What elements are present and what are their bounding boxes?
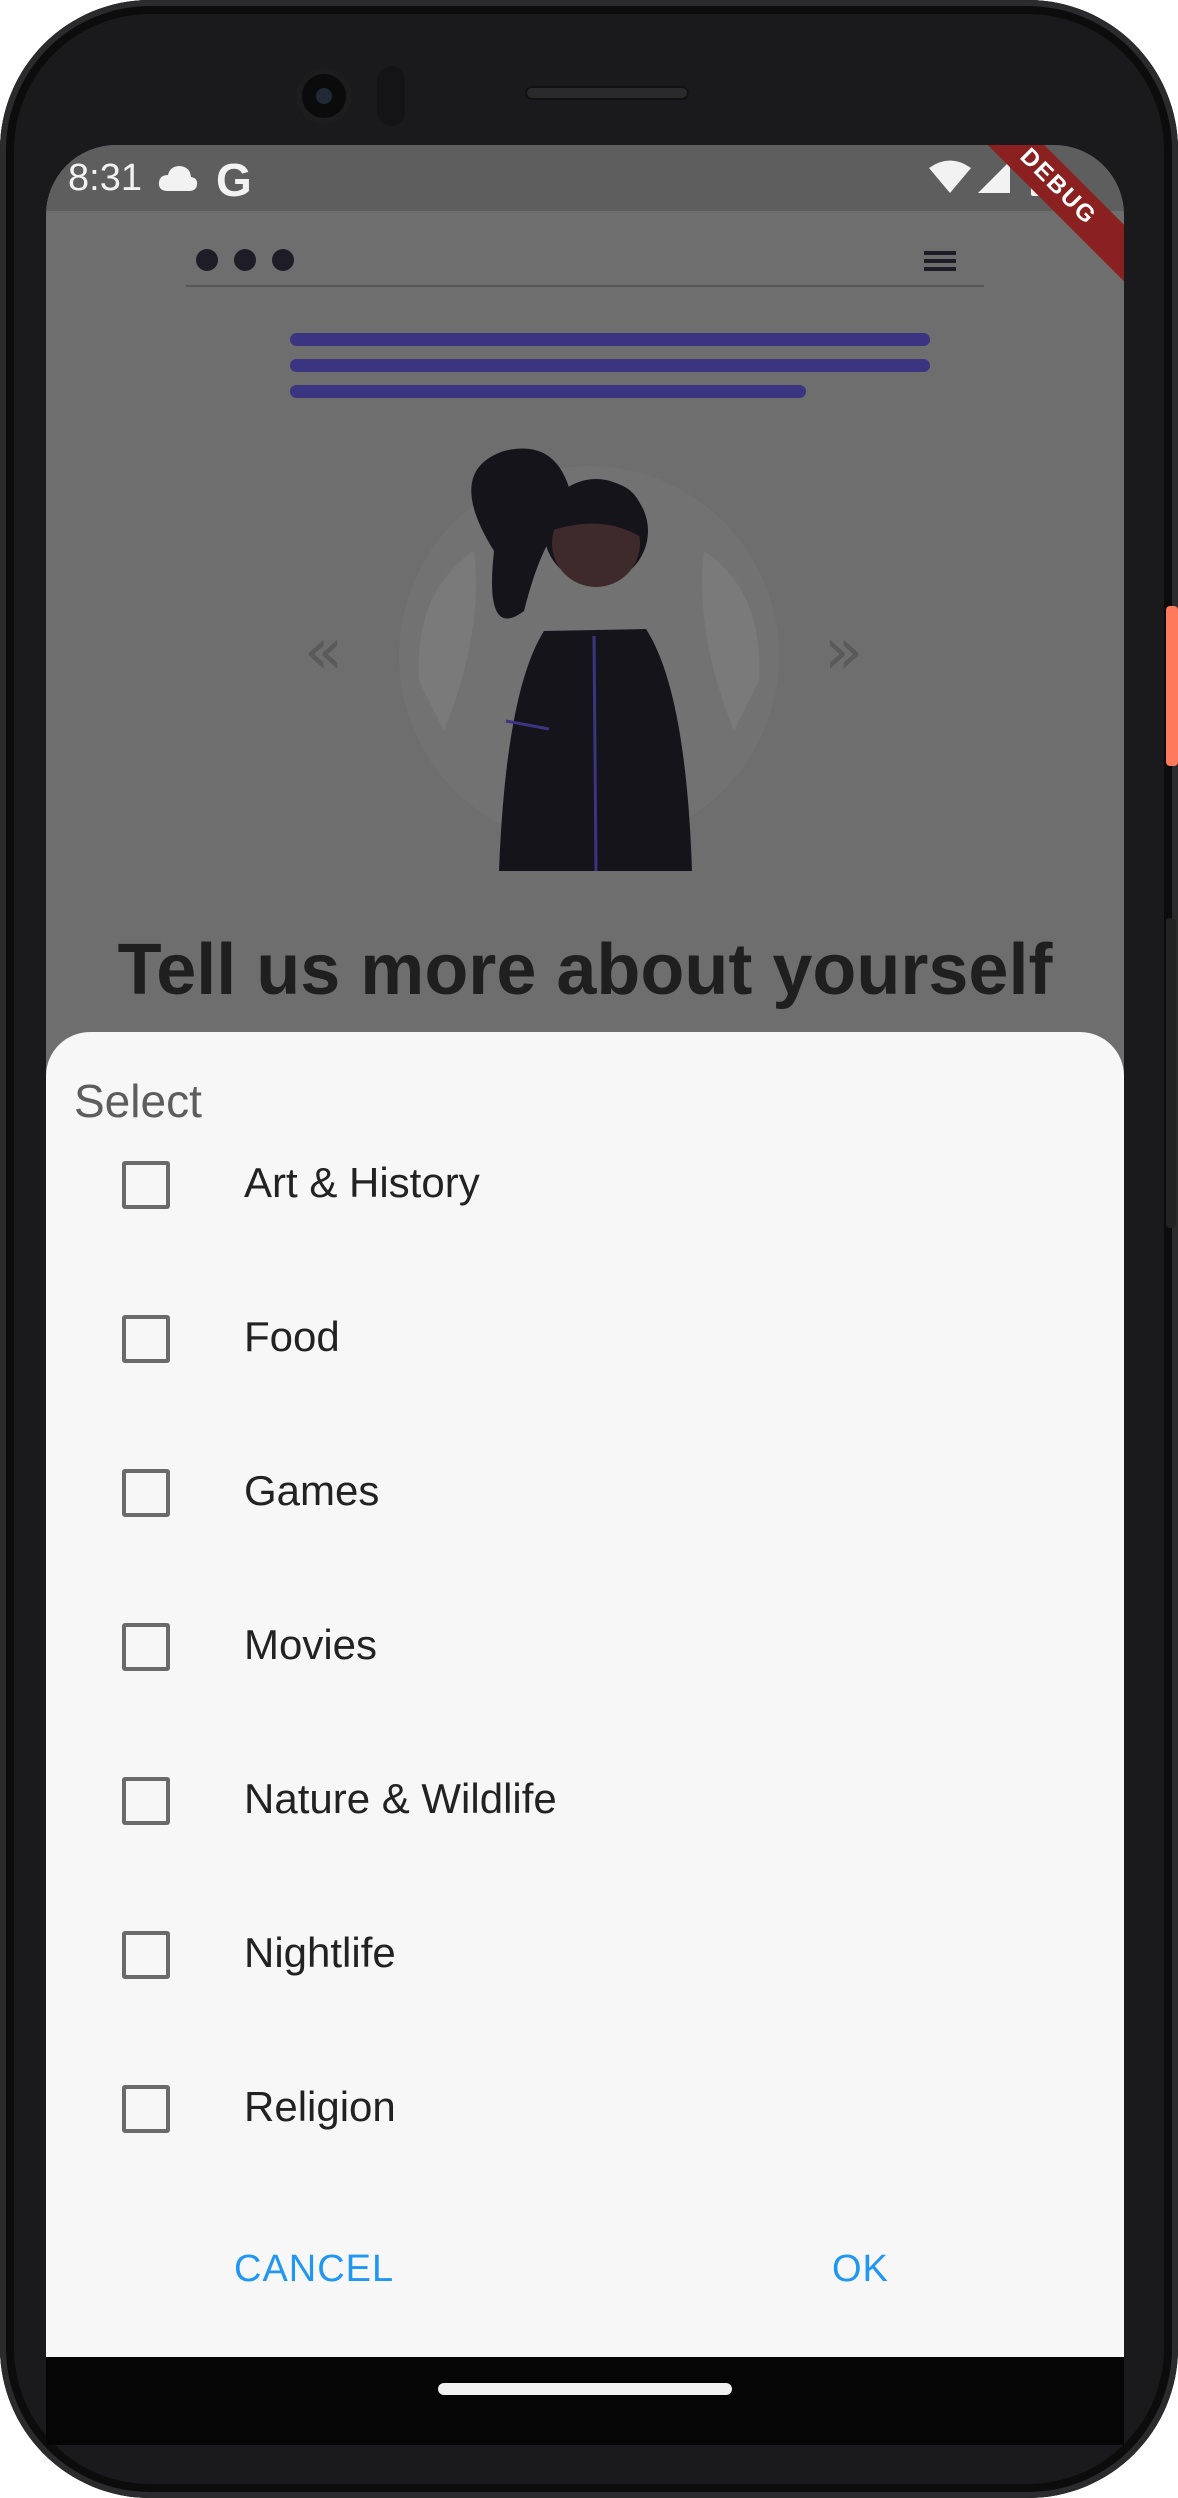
checkbox[interactable] <box>122 1931 170 1979</box>
menu-icon <box>924 251 956 271</box>
screen: 8:31 G DEBUG « » Tell us more about your… <box>46 145 1124 2445</box>
header-divider <box>186 285 984 287</box>
cancel-button[interactable]: CANCEL <box>234 2234 394 2304</box>
option-games[interactable]: Games <box>46 1416 1124 1570</box>
google-g-icon: G <box>216 154 252 206</box>
checkbox[interactable] <box>122 2085 170 2133</box>
option-label: Games <box>244 1467 380 1514</box>
volume-button <box>1166 918 1176 1228</box>
status-time: 8:31 <box>68 157 142 199</box>
checkbox[interactable] <box>122 1777 170 1825</box>
sensor <box>377 66 405 126</box>
headline-placeholder <box>290 333 930 411</box>
checkbox[interactable] <box>122 1315 170 1363</box>
woman-illustration: « » <box>304 448 863 872</box>
page-title: Tell us more about yourself <box>117 930 1053 1010</box>
option-label: Nightlife <box>244 1929 396 1976</box>
status-bar: 8:31 G <box>46 145 1124 211</box>
option-label: Movies <box>244 1621 378 1668</box>
dots-icon <box>196 249 310 275</box>
option-label: Food <box>244 1313 340 1360</box>
option-nightlife[interactable]: Nightlife <box>46 1878 1124 2032</box>
checkbox[interactable] <box>122 1469 170 1517</box>
svg-text:«: « <box>304 615 343 689</box>
option-label: Religion <box>244 2083 396 2130</box>
option-nature-wildlife[interactable]: Nature & Wildlife <box>46 1724 1124 1878</box>
checkbox[interactable] <box>122 1161 170 1209</box>
option-movies[interactable]: Movies <box>46 1570 1124 1724</box>
phone-frame: 8:31 G DEBUG « » Tell us more about your… <box>0 0 1178 2498</box>
svg-text:»: » <box>824 615 863 689</box>
wifi-icon <box>929 160 971 193</box>
option-religion[interactable]: Religion <box>46 2032 1124 2186</box>
cloud-icon <box>158 166 198 191</box>
checkbox[interactable] <box>122 1623 170 1671</box>
option-art-history[interactable]: Art & History <box>46 1108 1124 1262</box>
camera-icon <box>296 68 352 124</box>
option-label: Nature & Wildlife <box>244 1775 557 1822</box>
home-indicator[interactable] <box>438 2383 732 2395</box>
option-food[interactable]: Food <box>46 1262 1124 1416</box>
ok-button[interactable]: OK <box>832 2234 889 2304</box>
earpiece-speaker <box>525 86 689 100</box>
select-dialog: Select Art & History Food Games Movies N… <box>46 1032 1124 2445</box>
power-button <box>1166 606 1178 766</box>
option-label: Art & History <box>244 1159 480 1206</box>
navigation-bar <box>46 2357 1124 2445</box>
